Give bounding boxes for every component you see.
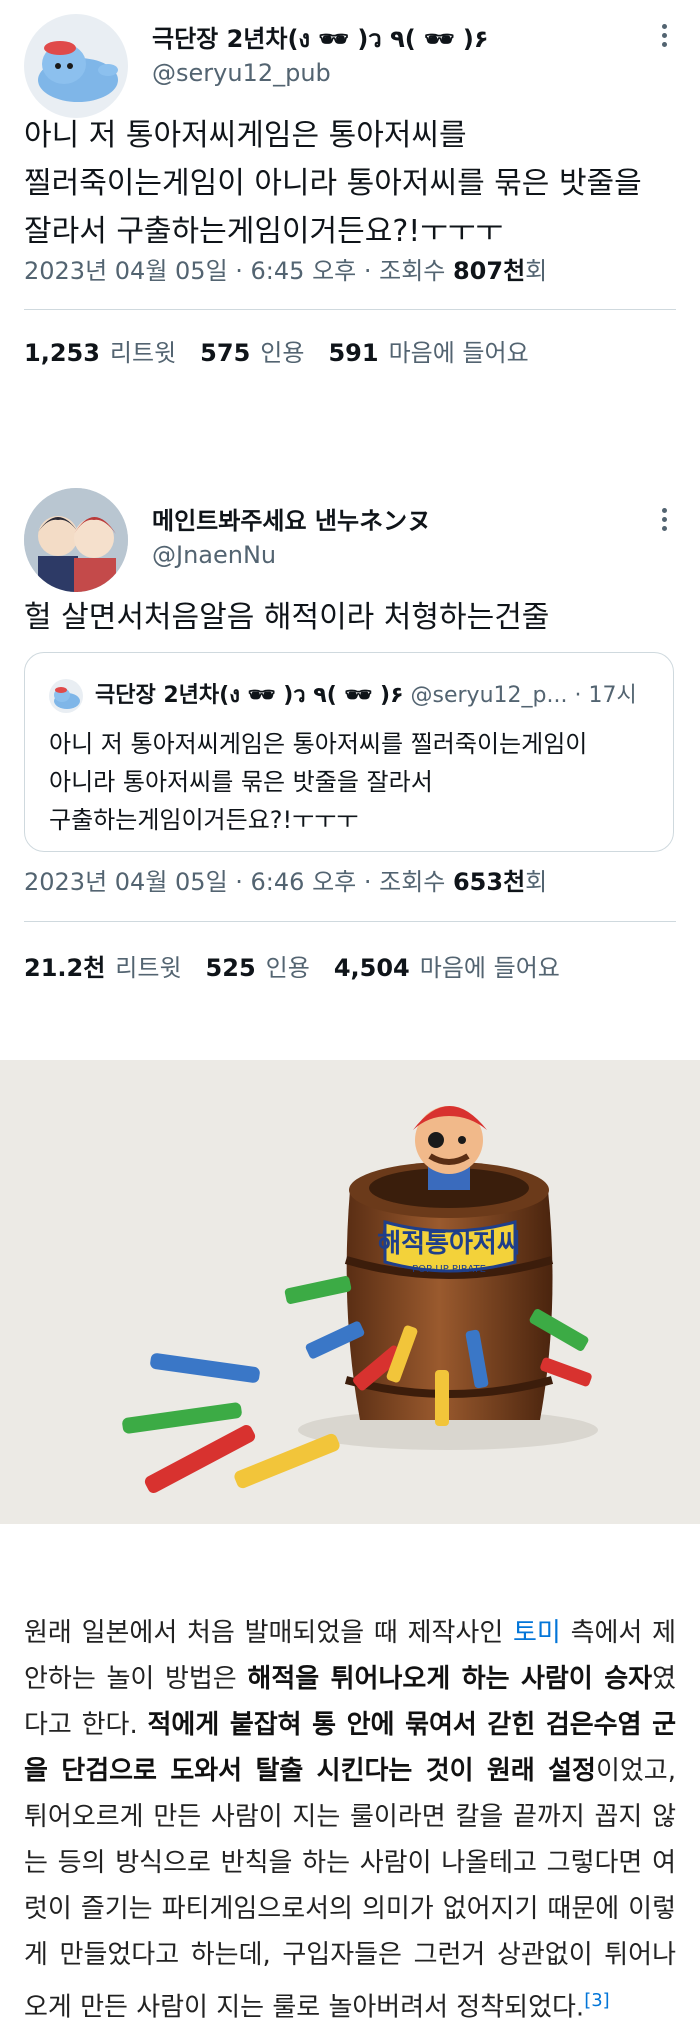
engagement-stats: 1,253 리트윗 575 인용 591 마음에 들어요 (24, 338, 529, 368)
timestamp[interactable]: 2023년 04월 05일 · 6:46 오후 · 조회수 (24, 868, 453, 896)
article-text: 이었고, 튀어오르게 만든 사람이 지는 룰이라면 칼을 끝까지 꼽지 않는 등… (24, 1756, 676, 2023)
view-count: 807천 (452, 257, 526, 285)
user-handle[interactable]: @JnaenNu (152, 540, 276, 570)
tomy-link[interactable]: 토미 (513, 1618, 561, 1648)
view-suffix: 회 (525, 257, 548, 285)
retweet-label[interactable]: 리트윗 (115, 954, 181, 982)
article-bold: 해적을 튀어나오게 하는 사람이 승자 (247, 1664, 653, 1694)
quote-label[interactable]: 인용 (266, 954, 310, 982)
tweet-meta: 2023년 04월 05일 · 6:46 오후 · 조회수 653천회 (24, 867, 547, 897)
quoted-name: 극단장 2년차(ง 🕶 )ว ٩( 🕶 )۶ (95, 683, 404, 708)
more-options-icon[interactable] (654, 504, 674, 534)
quoted-time: · 17시 (574, 683, 637, 708)
user-handle[interactable]: @seryu12_pub (152, 58, 331, 88)
tweet-text: 헐 살면서처음알음 해적이라 처형하는건줄 (24, 600, 550, 635)
view-count: 653천 (452, 868, 526, 896)
retweet-count[interactable]: 1,253 (24, 339, 100, 367)
quote-count[interactable]: 575 (200, 339, 250, 367)
article-paragraph: 원래 일본에서 처음 발매되었을 때 제작사인 토미 측에서 제안하는 놀이 방… (24, 1610, 676, 2031)
view-suffix: 회 (525, 868, 548, 896)
more-options-icon[interactable] (654, 20, 674, 50)
article-text: 원래 일본에서 처음 발매되었을 때 제작사인 (24, 1618, 513, 1648)
quote-count[interactable]: 525 (206, 954, 256, 982)
retweet-count[interactable]: 21.2천 (24, 954, 105, 982)
timestamp[interactable]: 2023년 04월 05일 · 6:45 오후 · 조회수 (24, 257, 453, 285)
like-count[interactable]: 4,504 (334, 954, 410, 982)
pop-up-pirate-photo: 해적통아저씨 POP-UP PIRATE (0, 1060, 700, 1524)
quoted-handle: @seryu12_p... (410, 683, 568, 708)
display-name[interactable]: 극단장 2년차(ง 🕶 )ว ٩( 🕶 )۶ (152, 24, 489, 54)
barrel-sublabel: POP-UP PIRATE (412, 1264, 486, 1275)
display-name[interactable]: 메인트봐주세요 낸누ネンヌ (152, 506, 431, 536)
engagement-stats: 21.2천 리트윗 525 인용 4,504 마음에 들어요 (24, 953, 560, 983)
barrel-label: 해적통아저씨 (377, 1229, 521, 1259)
quote-label[interactable]: 인용 (260, 339, 304, 367)
avatar[interactable] (24, 488, 128, 592)
like-count[interactable]: 591 (328, 339, 378, 367)
footnote-link[interactable]: [3] (584, 1990, 610, 2011)
divider (24, 921, 676, 922)
tweet-text: 아니 저 통아저씨게임은 통아저씨를 찔러죽이는게임이 아니라 통아저씨를 묶은… (24, 118, 642, 249)
like-label[interactable]: 마음에 들어요 (420, 954, 560, 982)
like-label[interactable]: 마음에 들어요 (389, 339, 529, 367)
retweet-label[interactable]: 리트윗 (110, 339, 176, 367)
avatar[interactable] (24, 14, 128, 118)
quoted-text: 아니 저 통아저씨게임은 통아저씨를 찔러죽이는게임이 아니라 통아저씨를 묶은… (49, 730, 588, 834)
tweet-meta: 2023년 04월 05일 · 6:45 오후 · 조회수 807천회 (24, 256, 547, 286)
quoted-tweet[interactable]: 극단장 2년차(ง 🕶 )ว ٩( 🕶 )۶ @seryu12_p... · 1… (24, 652, 674, 852)
quoted-avatar (49, 679, 83, 713)
divider (24, 309, 676, 310)
quoted-header: 극단장 2년차(ง 🕶 )ว ٩( 🕶 )۶ @seryu12_p... · 1… (95, 681, 655, 711)
